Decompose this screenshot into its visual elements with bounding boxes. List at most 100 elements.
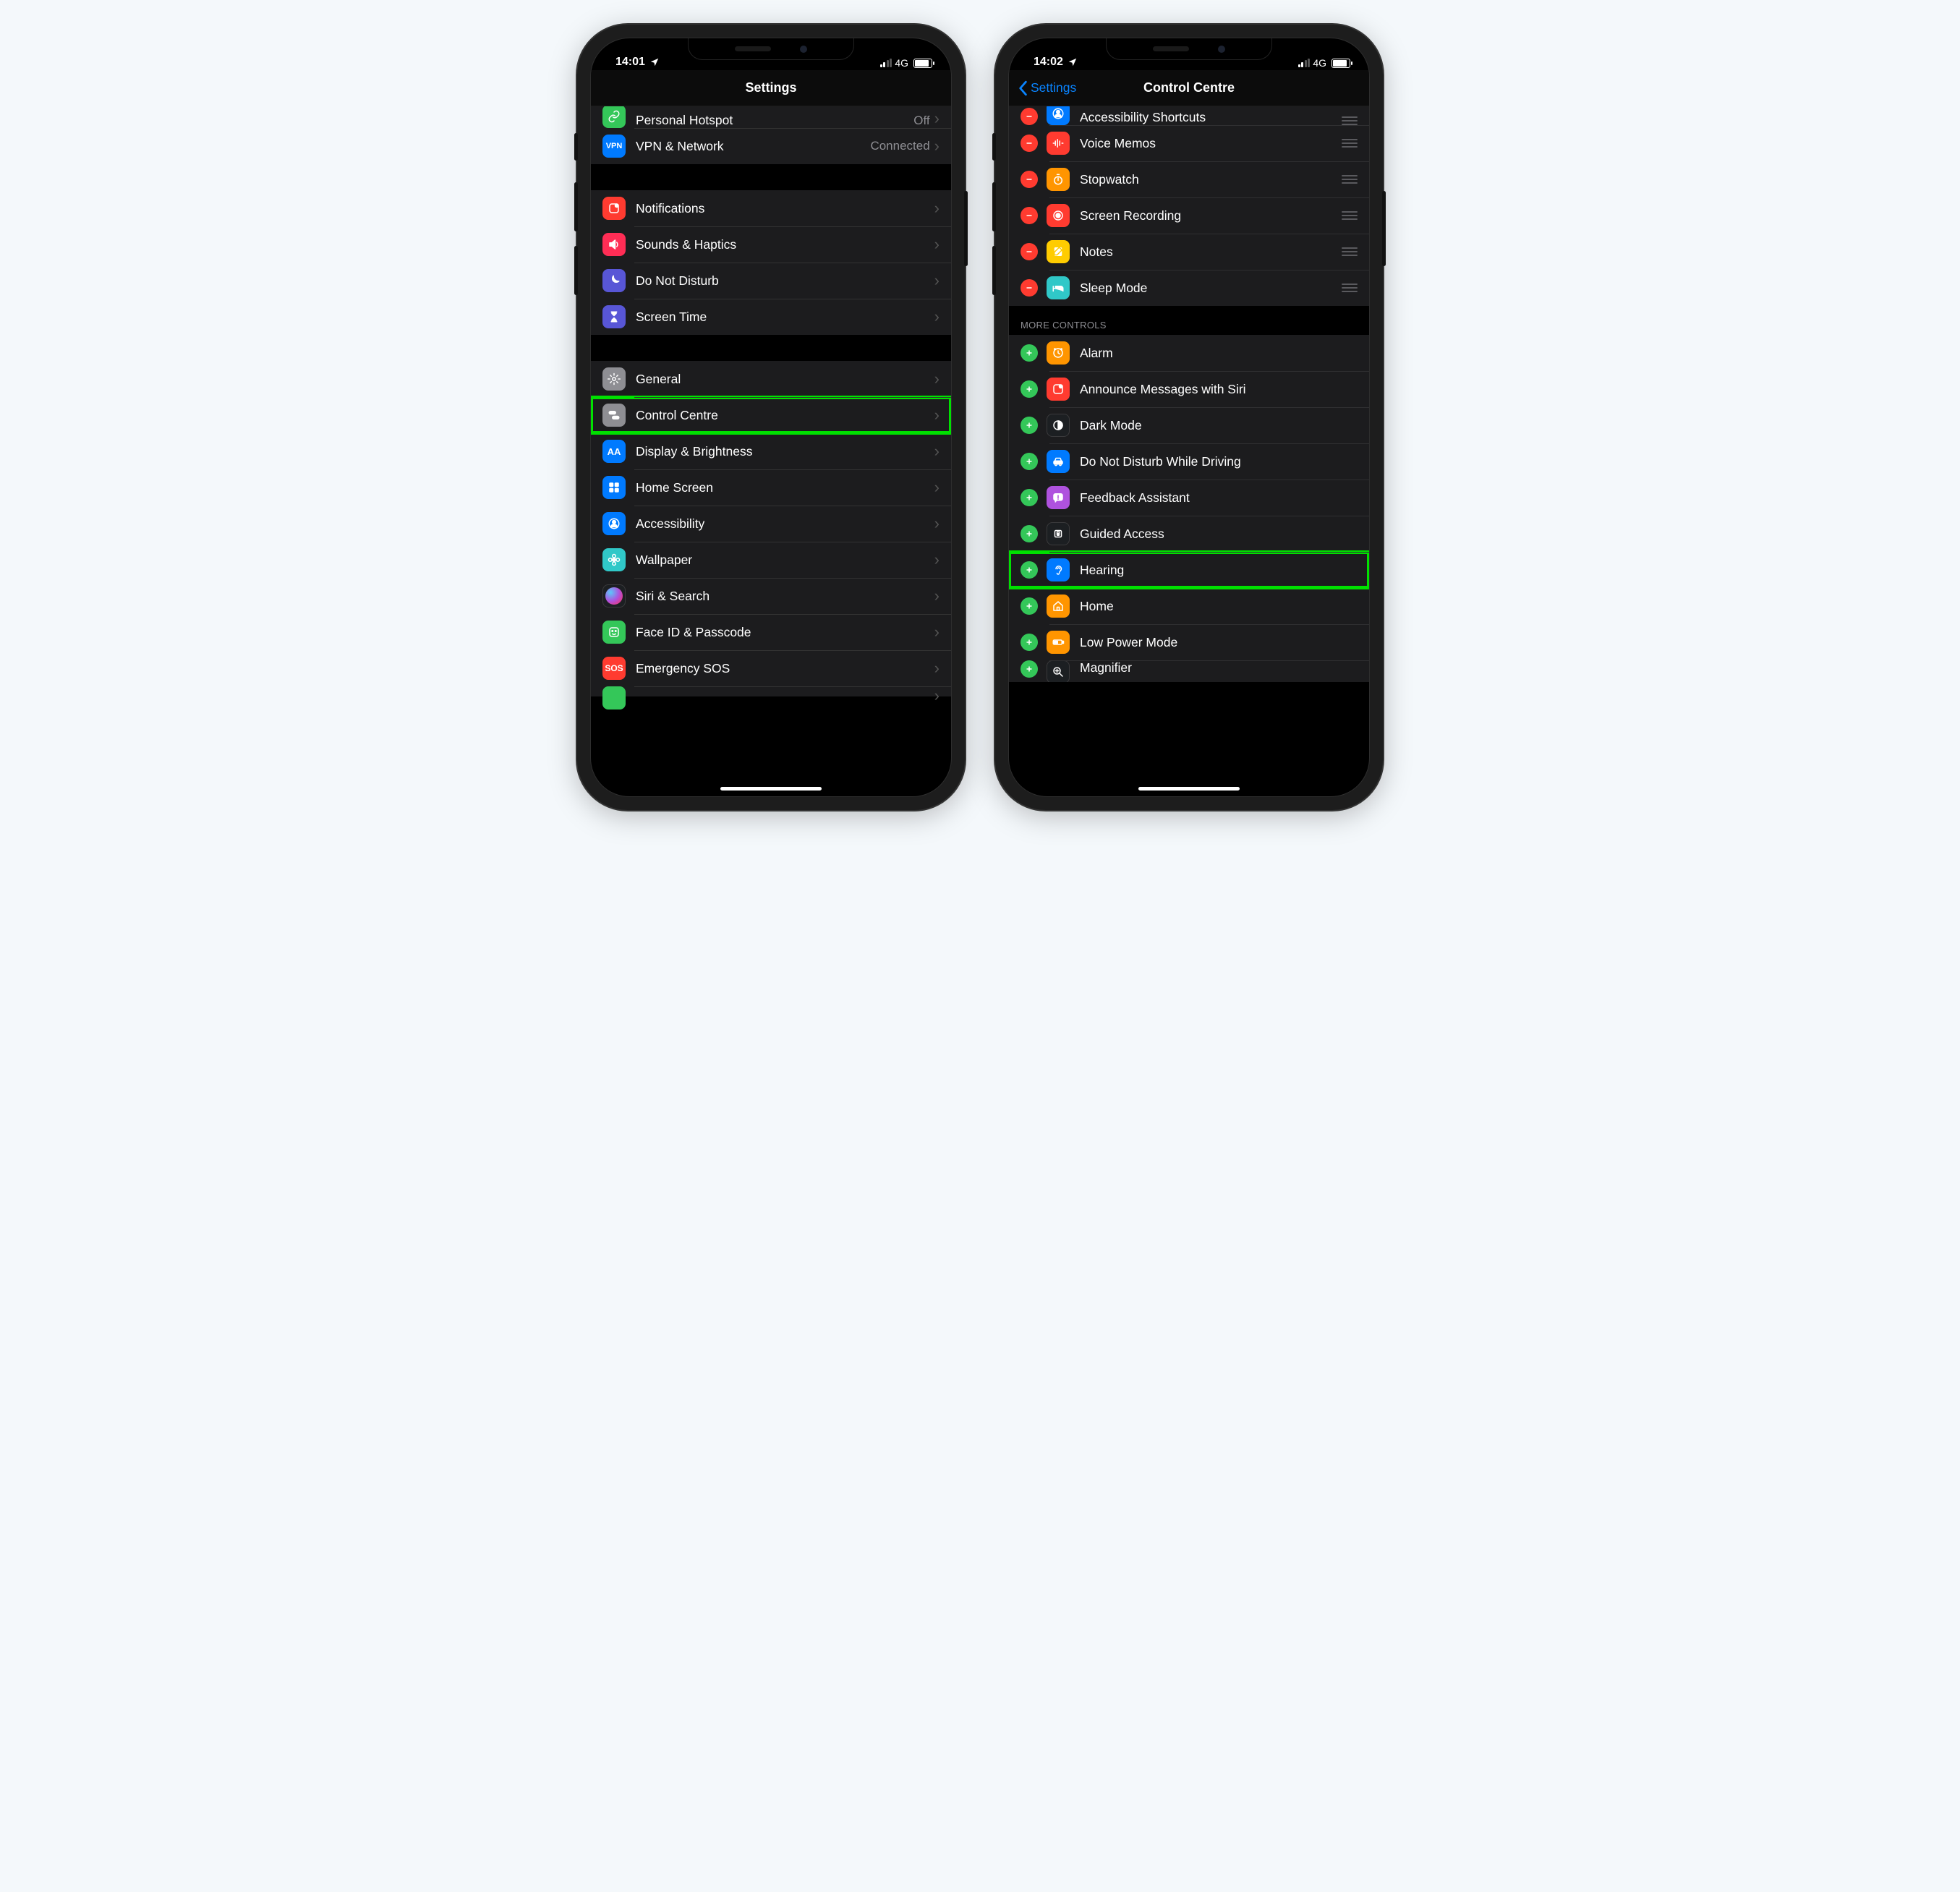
controlcentre-icon [602, 404, 626, 427]
feedback-icon [1047, 486, 1070, 509]
settings-row-siri[interactable]: Siri & Search › [591, 578, 951, 614]
chevron-right-icon: › [934, 478, 939, 497]
network-label: 4G [1313, 57, 1326, 69]
add-button[interactable] [1021, 417, 1038, 434]
more-row-dnd-drive[interactable]: Do Not Disturb While Driving [1009, 443, 1369, 480]
back-button[interactable]: Settings [1018, 80, 1076, 96]
included-row-voicememos[interactable]: Voice Memos [1009, 125, 1369, 161]
remove-button[interactable] [1021, 207, 1038, 224]
nav-bar: Settings Control Centre [1009, 70, 1369, 106]
add-button[interactable] [1021, 344, 1038, 362]
settings-row-unknown[interactable]: › [591, 686, 951, 696]
settings-list[interactable]: Personal Hotspot Off › VPN VPN & Network… [591, 106, 951, 796]
row-detail: Off [913, 114, 929, 128]
chevron-right-icon: › [934, 514, 939, 533]
wallpaper-icon [602, 548, 626, 571]
add-button[interactable] [1021, 525, 1038, 542]
reorder-handle-icon[interactable] [1342, 139, 1358, 148]
add-button[interactable] [1021, 380, 1038, 398]
row-label: Stopwatch [1080, 172, 1342, 187]
settings-row-dnd[interactable]: Do Not Disturb › [591, 263, 951, 299]
remove-button[interactable] [1021, 279, 1038, 297]
sounds-icon [602, 233, 626, 256]
add-button[interactable] [1021, 597, 1038, 615]
more-row-lowpower[interactable]: Low Power Mode [1009, 624, 1369, 660]
settings-row-general[interactable]: General › [591, 361, 951, 397]
reorder-handle-icon[interactable] [1342, 116, 1358, 125]
remove-button[interactable] [1021, 243, 1038, 260]
add-button[interactable] [1021, 453, 1038, 470]
chevron-right-icon: › [934, 370, 939, 388]
home-indicator[interactable] [1138, 787, 1240, 791]
remove-button[interactable] [1021, 135, 1038, 152]
add-button[interactable] [1021, 489, 1038, 506]
back-label: Settings [1031, 80, 1076, 95]
row-label: Guided Access [1080, 527, 1358, 542]
unknown-icon [602, 686, 626, 710]
settings-row-hotspot[interactable]: Personal Hotspot Off › [591, 106, 951, 128]
settings-row-controlcentre[interactable]: Control Centre › [591, 397, 951, 433]
settings-row-screentime[interactable]: Screen Time › [591, 299, 951, 335]
settings-row-sounds[interactable]: Sounds & Haptics › [591, 226, 951, 263]
settings-row-sos[interactable]: SOS Emergency SOS › [591, 650, 951, 686]
remove-button[interactable] [1021, 108, 1038, 125]
home-indicator[interactable] [720, 787, 822, 791]
alarm-icon [1047, 341, 1070, 365]
chevron-right-icon: › [934, 137, 939, 155]
settings-row-homescreen[interactable]: Home Screen › [591, 469, 951, 506]
settings-row-wallpaper[interactable]: Wallpaper › [591, 542, 951, 578]
row-label: Feedback Assistant [1080, 490, 1358, 506]
more-row-feedback[interactable]: Feedback Assistant [1009, 480, 1369, 516]
chevron-right-icon: › [934, 659, 939, 678]
reorder-handle-icon[interactable] [1342, 175, 1358, 184]
add-button[interactable] [1021, 660, 1038, 678]
darkmode-icon [1047, 414, 1070, 437]
settings-row-vpn[interactable]: VPN VPN & Network Connected › [591, 128, 951, 164]
settings-row-faceid[interactable]: Face ID & Passcode › [591, 614, 951, 650]
remove-button[interactable] [1021, 171, 1038, 188]
add-button[interactable] [1021, 561, 1038, 579]
reorder-handle-icon[interactable] [1342, 247, 1358, 256]
lowpower-icon [1047, 631, 1070, 654]
page-title: Control Centre [1143, 80, 1235, 95]
settings-row-accessibility[interactable]: Accessibility › [591, 506, 951, 542]
dnd-icon [602, 269, 626, 292]
phone-left: 14:01 4G Settings Personal Hotspot Off ›… [577, 25, 965, 810]
more-row-alarm[interactable]: Alarm [1009, 335, 1369, 371]
more-row-announce[interactable]: Announce Messages with Siri [1009, 371, 1369, 407]
row-label: VPN & Network [636, 139, 870, 154]
included-row-stopwatch[interactable]: Stopwatch [1009, 161, 1369, 197]
row-label: Notifications [636, 201, 934, 216]
chevron-left-icon [1018, 80, 1028, 96]
included-row-sleep[interactable]: Sleep Mode [1009, 270, 1369, 306]
more-row-hearing[interactable]: Hearing [1009, 552, 1369, 588]
more-row-darkmode[interactable]: Dark Mode [1009, 407, 1369, 443]
screentime-icon [602, 305, 626, 328]
location-icon [649, 57, 660, 67]
more-row-home[interactable]: Home [1009, 588, 1369, 624]
chevron-right-icon: › [934, 406, 939, 425]
add-button[interactable] [1021, 634, 1038, 651]
settings-row-display[interactable]: AA Display & Brightness › [591, 433, 951, 469]
included-row-notes[interactable]: Notes [1009, 234, 1369, 270]
chevron-right-icon: › [934, 109, 939, 128]
status-time: 14:02 [1034, 56, 1063, 69]
faceid-icon [602, 621, 626, 644]
row-label: Screen Time [636, 310, 934, 325]
row-label: Accessibility [636, 516, 934, 532]
row-label: Display & Brightness [636, 444, 934, 459]
more-row-guided[interactable]: Guided Access [1009, 516, 1369, 552]
row-label: Face ID & Passcode [636, 625, 934, 640]
section-gap [591, 164, 951, 190]
reorder-handle-icon[interactable] [1342, 211, 1358, 220]
included-row-a11y-shortcut[interactable]: Accessibility Shortcuts [1009, 106, 1369, 125]
more-row-magnifier[interactable]: Magnifier [1009, 660, 1369, 682]
control-centre-list[interactable]: Accessibility Shortcuts Voice Memos Stop… [1009, 106, 1369, 796]
reorder-handle-icon[interactable] [1342, 284, 1358, 292]
included-row-screenrec[interactable]: Screen Recording [1009, 197, 1369, 234]
battery-icon [913, 59, 932, 68]
settings-row-notifications[interactable]: Notifications › [591, 190, 951, 226]
chevron-right-icon: › [934, 307, 939, 326]
general-icon [602, 367, 626, 391]
row-label: Sounds & Haptics [636, 237, 934, 252]
